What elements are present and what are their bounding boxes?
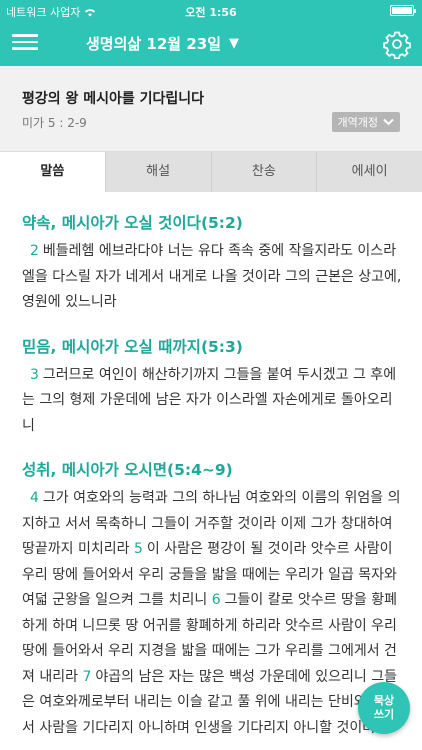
header-title: 생명의삶 12월 23일 (86, 35, 221, 53)
date-selector[interactable]: 생명의삶 12월 23일 ▼ (86, 33, 239, 54)
verse-number: 6 (211, 592, 221, 608)
verse-text: 베들레헴 에브라다야 너는 유다 족속 중에 작을지라도 이스라엘을 다스릴 자… (22, 243, 402, 310)
fab-label-line2: 쓰기 (373, 708, 395, 721)
app-header: 생명의삶 12월 23일 ▼ (0, 22, 422, 66)
status-time: 오전 1:56 (185, 6, 237, 19)
section-heading: 약속, 메시아가 오실 것이다(5:2) (22, 214, 243, 232)
chevron-down-icon (383, 116, 394, 129)
content-tabs: 말씀 해설 찬송 에세이 (0, 152, 422, 192)
verse-text: 야곱의 남은 자는 많은 백성 가운데에 있으리니 그들은 여호와께로부터 내리… (22, 668, 397, 736)
version-select-button[interactable]: 개역개정 (331, 112, 400, 132)
verse-number: 4 (30, 490, 39, 506)
verse-text: 그러므로 여인이 해산하기까지 그들을 붙여 두시겠고 그 후에는 그의 형제 … (22, 366, 397, 434)
tab-commentary[interactable]: 해설 (104, 152, 211, 192)
verse-paragraph: 3 그러므로 여인이 해산하기까지 그들을 붙여 두시겠고 그 후에는 그의 형제… (22, 363, 404, 440)
fab-label-line1: 묵상 (373, 694, 395, 707)
verse-number: 3 (30, 366, 39, 383)
verse-number: 5 (133, 541, 143, 557)
status-bar: 네트워크 사업자 오전 1:56 (0, 0, 422, 22)
scripture-content[interactable]: 약속, 메시아가 오실 것이다(5:2) 2 베들레헴 에브라다야 너는 유다 족… (0, 192, 422, 750)
hamburger-icon[interactable] (12, 31, 40, 57)
passage-reference: 미가 5 : 2-9 (22, 116, 87, 130)
section-heading: 믿음, 메시아가 오실 때까지(5:3) (22, 337, 243, 356)
battery-fill (392, 7, 412, 14)
verse-paragraph: 2 베들레헴 에브라다야 너는 유다 족속 중에 작을지라도 이스라엘을 다스릴 … (22, 239, 404, 316)
verse-number: 2 (30, 243, 39, 259)
battery-icon (390, 5, 416, 16)
version-label: 개역개정 (337, 116, 378, 129)
tab-word[interactable]: 말씀 (0, 152, 105, 192)
passage-title: 평강의 왕 메시아를 기다립니다 (22, 91, 205, 107)
tab-essay[interactable]: 에세이 (316, 152, 422, 192)
section-heading: 성취, 메시아가 오시면(5:4~9) (22, 461, 233, 479)
passage-card: 평강의 왕 메시아를 기다립니다 미가 5 : 2-9 개역개정 (0, 66, 422, 152)
write-meditation-button[interactable]: 묵상 쓰기 (358, 682, 410, 734)
gear-icon[interactable] (382, 29, 412, 60)
tab-hymn[interactable]: 찬송 (210, 152, 317, 192)
dropdown-arrow-icon: ▼ (229, 36, 239, 51)
verse-paragraph: 4 그가 여호와의 능력과 그의 하나님 여호와의 이름의 위엄을 의지하고 서서… (22, 486, 404, 741)
verse-number: 7 (82, 668, 92, 685)
